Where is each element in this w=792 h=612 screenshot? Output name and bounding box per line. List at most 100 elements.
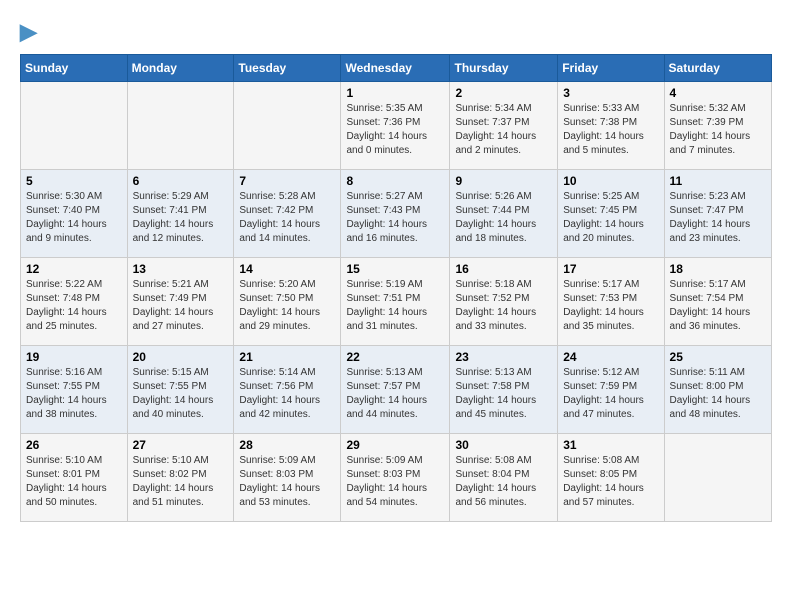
calendar-table: SundayMondayTuesdayWednesdayThursdayFrid… — [20, 54, 772, 522]
week-row-4: 19Sunrise: 5:16 AM Sunset: 7:55 PM Dayli… — [21, 346, 772, 434]
day-number: 1 — [346, 86, 444, 100]
logo-text: ▶ — [20, 20, 37, 44]
calendar-cell: 11Sunrise: 5:23 AM Sunset: 7:47 PM Dayli… — [664, 170, 771, 258]
calendar-cell: 28Sunrise: 5:09 AM Sunset: 8:03 PM Dayli… — [234, 434, 341, 522]
calendar-cell: 26 Sunrise: 5:10 AM Sunset: 8:01 PM Dayli… — [21, 434, 128, 522]
calendar-cell: 29 Sunrise: 5:09 AM Sunset: 8:03 PM Dayli… — [341, 434, 450, 522]
day-number: 3 — [563, 86, 658, 100]
calendar-cell — [127, 82, 234, 170]
calendar-cell: 10 Sunrise: 5:25 AM Sunset: 7:45 PM Dayli… — [558, 170, 664, 258]
calendar-cell — [234, 82, 341, 170]
day-info: Sunrise: 5:23 AM Sunset: 7:47 PM Dayligh… — [670, 190, 766, 246]
day-number: 24 — [563, 350, 658, 364]
day-info: Sunrise: 5:10 AM Sunset: 8:01 PM Dayligh… — [26, 454, 122, 510]
day-number: 12 — [26, 262, 122, 276]
calendar-cell: 20 Sunrise: 5:15 AM Sunset: 7:55 PM Dayli… — [127, 346, 234, 434]
calendar-cell: 16 Sunrise: 5:18 AM Sunset: 7:52 PM Dayli… — [450, 258, 558, 346]
header-tuesday: Tuesday — [234, 55, 341, 82]
day-number: 10 — [563, 174, 658, 188]
day-number: 4 — [670, 86, 766, 100]
calendar-cell: 30Sunrise: 5:08 AM Sunset: 8:04 PM Dayli… — [450, 434, 558, 522]
week-row-2: 5 Sunrise: 5:30 AM Sunset: 7:40 PM Daylig… — [21, 170, 772, 258]
day-number: 25 — [670, 350, 766, 364]
logo: ▶ — [20, 20, 37, 44]
calendar-cell — [664, 434, 771, 522]
day-number: 29 — [346, 438, 444, 452]
day-info: Sunrise: 5:19 AM Sunset: 7:51 PM Dayligh… — [346, 278, 444, 334]
calendar-cell: 23 Sunrise: 5:13 AM Sunset: 7:58 PM Dayli… — [450, 346, 558, 434]
day-number: 22 — [346, 350, 444, 364]
day-info: Sunrise: 5:20 AM Sunset: 7:50 PM Dayligh… — [239, 278, 335, 334]
calendar-cell: 7 Sunrise: 5:28 AM Sunset: 7:42 PM Daylig… — [234, 170, 341, 258]
day-info: Sunrise: 5:10 AM Sunset: 8:02 PM Dayligh… — [133, 454, 229, 510]
day-info: Sunrise: 5:21 AM Sunset: 7:49 PM Dayligh… — [133, 278, 229, 334]
calendar-cell: 31 Sunrise: 5:08 AM Sunset: 8:05 PM Dayli… — [558, 434, 664, 522]
calendar-cell: 27Sunrise: 5:10 AM Sunset: 8:02 PM Dayli… — [127, 434, 234, 522]
day-number: 31 — [563, 438, 658, 452]
calendar-cell: 13 Sunrise: 5:21 AM Sunset: 7:49 PM Dayli… — [127, 258, 234, 346]
day-number: 26 — [26, 438, 122, 452]
header-monday: Monday — [127, 55, 234, 82]
week-row-3: 12 Sunrise: 5:22 AM Sunset: 7:48 PM Dayli… — [21, 258, 772, 346]
page-header: ▶ — [20, 20, 772, 44]
calendar-cell: 15 Sunrise: 5:19 AM Sunset: 7:51 PM Dayli… — [341, 258, 450, 346]
day-info: Sunrise: 5:08 AM Sunset: 8:05 PM Dayligh… — [563, 454, 658, 510]
calendar-cell: 24 Sunrise: 5:12 AM Sunset: 7:59 PM Dayli… — [558, 346, 664, 434]
day-number: 20 — [133, 350, 229, 364]
day-info: Sunrise: 5:30 AM Sunset: 7:40 PM Dayligh… — [26, 190, 122, 246]
week-row-5: 26 Sunrise: 5:10 AM Sunset: 8:01 PM Dayli… — [21, 434, 772, 522]
calendar-cell: 3Sunrise: 5:33 AM Sunset: 7:38 PM Daylig… — [558, 82, 664, 170]
calendar-header: SundayMondayTuesdayWednesdayThursdayFrid… — [21, 55, 772, 82]
day-number: 2 — [455, 86, 552, 100]
day-number: 7 — [239, 174, 335, 188]
day-number: 19 — [26, 350, 122, 364]
header-saturday: Saturday — [664, 55, 771, 82]
day-info: Sunrise: 5:09 AM Sunset: 8:03 PM Dayligh… — [346, 454, 444, 510]
header-sunday: Sunday — [21, 55, 128, 82]
header-row: SundayMondayTuesdayWednesdayThursdayFrid… — [21, 55, 772, 82]
day-info: Sunrise: 5:35 AM Sunset: 7:36 PM Dayligh… — [346, 102, 444, 158]
day-info: Sunrise: 5:15 AM Sunset: 7:55 PM Dayligh… — [133, 366, 229, 422]
day-number: 23 — [455, 350, 552, 364]
day-number: 21 — [239, 350, 335, 364]
day-info: Sunrise: 5:17 AM Sunset: 7:54 PM Dayligh… — [670, 278, 766, 334]
day-info: Sunrise: 5:11 AM Sunset: 8:00 PM Dayligh… — [670, 366, 766, 422]
day-info: Sunrise: 5:09 AM Sunset: 8:03 PM Dayligh… — [239, 454, 335, 510]
calendar-cell: 25 Sunrise: 5:11 AM Sunset: 8:00 PM Dayli… — [664, 346, 771, 434]
calendar-cell — [21, 82, 128, 170]
calendar-body: 1 Sunrise: 5:35 AM Sunset: 7:36 PM Daylig… — [21, 82, 772, 522]
day-number: 16 — [455, 262, 552, 276]
day-info: Sunrise: 5:14 AM Sunset: 7:56 PM Dayligh… — [239, 366, 335, 422]
day-info: Sunrise: 5:22 AM Sunset: 7:48 PM Dayligh… — [26, 278, 122, 334]
calendar-cell: 2 Sunrise: 5:34 AM Sunset: 7:37 PM Daylig… — [450, 82, 558, 170]
day-number: 6 — [133, 174, 229, 188]
day-number: 14 — [239, 262, 335, 276]
day-number: 13 — [133, 262, 229, 276]
calendar-cell: 14 Sunrise: 5:20 AM Sunset: 7:50 PM Dayli… — [234, 258, 341, 346]
day-info: Sunrise: 5:12 AM Sunset: 7:59 PM Dayligh… — [563, 366, 658, 422]
day-info: Sunrise: 5:18 AM Sunset: 7:52 PM Dayligh… — [455, 278, 552, 334]
calendar-cell: 4 Sunrise: 5:32 AM Sunset: 7:39 PM Daylig… — [664, 82, 771, 170]
header-wednesday: Wednesday — [341, 55, 450, 82]
day-info: Sunrise: 5:32 AM Sunset: 7:39 PM Dayligh… — [670, 102, 766, 158]
calendar-cell: 6 Sunrise: 5:29 AM Sunset: 7:41 PM Daylig… — [127, 170, 234, 258]
day-info: Sunrise: 5:29 AM Sunset: 7:41 PM Dayligh… — [133, 190, 229, 246]
day-number: 15 — [346, 262, 444, 276]
day-number: 5 — [26, 174, 122, 188]
day-number: 17 — [563, 262, 658, 276]
week-row-1: 1 Sunrise: 5:35 AM Sunset: 7:36 PM Daylig… — [21, 82, 772, 170]
header-friday: Friday — [558, 55, 664, 82]
calendar-cell: 8Sunrise: 5:27 AM Sunset: 7:43 PM Daylig… — [341, 170, 450, 258]
day-info: Sunrise: 5:34 AM Sunset: 7:37 PM Dayligh… — [455, 102, 552, 158]
day-info: Sunrise: 5:28 AM Sunset: 7:42 PM Dayligh… — [239, 190, 335, 246]
calendar-cell: 18Sunrise: 5:17 AM Sunset: 7:54 PM Dayli… — [664, 258, 771, 346]
calendar-cell: 22Sunrise: 5:13 AM Sunset: 7:57 PM Dayli… — [341, 346, 450, 434]
day-number: 9 — [455, 174, 552, 188]
day-info: Sunrise: 5:25 AM Sunset: 7:45 PM Dayligh… — [563, 190, 658, 246]
calendar-cell: 19Sunrise: 5:16 AM Sunset: 7:55 PM Dayli… — [21, 346, 128, 434]
day-info: Sunrise: 5:13 AM Sunset: 7:58 PM Dayligh… — [455, 366, 552, 422]
calendar-cell: 17Sunrise: 5:17 AM Sunset: 7:53 PM Dayli… — [558, 258, 664, 346]
day-info: Sunrise: 5:08 AM Sunset: 8:04 PM Dayligh… — [455, 454, 552, 510]
calendar-cell: 21 Sunrise: 5:14 AM Sunset: 7:56 PM Dayli… — [234, 346, 341, 434]
calendar-cell: 12 Sunrise: 5:22 AM Sunset: 7:48 PM Dayli… — [21, 258, 128, 346]
